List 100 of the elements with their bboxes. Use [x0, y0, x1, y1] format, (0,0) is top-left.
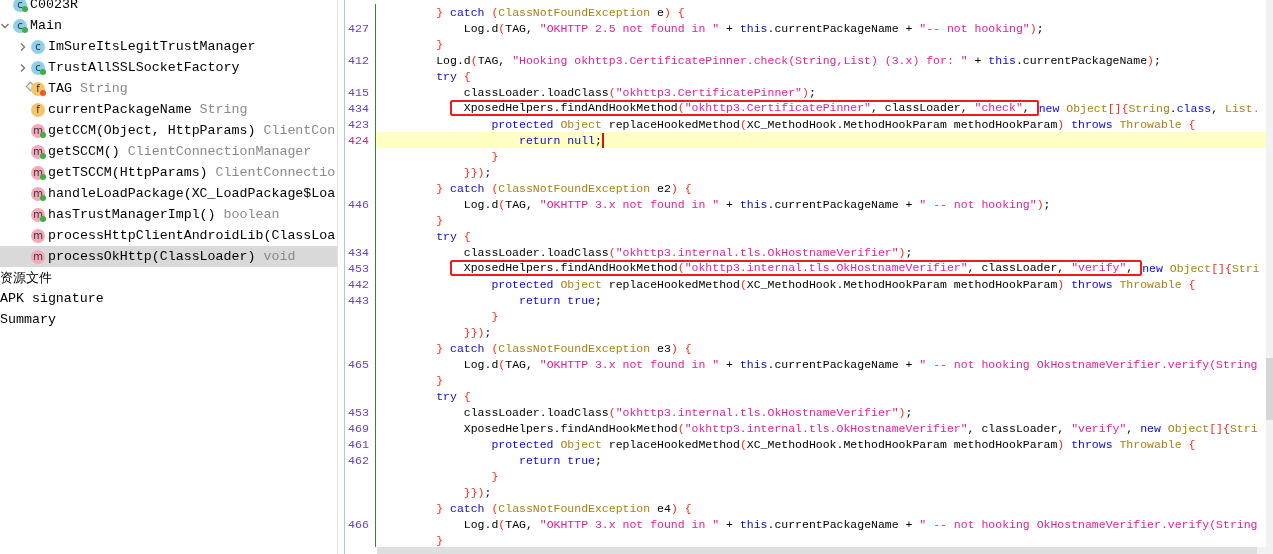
tree-item[interactable]: m hasTrustManagerImpl() boolean	[0, 204, 337, 225]
tree-item-label[interactable]: processOkHttp(ClassLoader)	[48, 249, 256, 264]
code-line: try {	[436, 68, 471, 84]
tree-item[interactable]: 资源文件	[0, 267, 337, 288]
tree-item[interactable]: c ImSureItsLegitTrustManager	[0, 36, 337, 57]
tree-item-label[interactable]: getCCM(Object, HttpParams)	[48, 123, 256, 138]
code-line: XposedHelpers.findAndHookMethod("okhttp3.internal.tls.OkHostnameVerifier", classLoader, "verify", new Object[]{Stri	[463, 420, 1258, 436]
tree-item-label[interactable]: handleLoadPackage(XC_LoadPackage$Loa	[48, 186, 336, 201]
tree-item[interactable]: APK signature	[0, 288, 337, 309]
class-icon: c	[31, 60, 45, 75]
tree-item[interactable]: Summary	[0, 309, 337, 330]
type-label: ClientConnectio	[215, 165, 336, 180]
line-number: 424	[348, 133, 369, 147]
method-icon: m	[31, 228, 45, 243]
tree-item-label[interactable]: Summary	[0, 312, 56, 327]
code-line: }});	[463, 164, 492, 180]
line-number: 434	[348, 245, 369, 259]
type-label: ClientConnectionManager	[127, 144, 312, 159]
code-line: classLoader.loadClass("okhttp3.CertificatePinner");	[463, 84, 816, 100]
code-line: }});	[463, 324, 492, 340]
type-label: boolean	[223, 207, 280, 222]
tree-item[interactable]: c TrustAllSSLSocketFactory	[0, 57, 337, 78]
tree-item[interactable]: c C0023R	[0, 0, 337, 15]
code-line: protected Object replaceHookedMethod(XC_MethodHook.MethodHookParam methodHookParam) throws Throwable {	[491, 276, 1196, 292]
tree-item-label[interactable]: getTSCCM(HttpParams)	[48, 165, 208, 180]
code-line: } catch (ClassNotFoundException e3) {	[436, 340, 692, 356]
code-line: } catch (ClassNotFoundException e4) {	[436, 500, 692, 516]
code-line: } catch (ClassNotFoundException e2) {	[436, 180, 692, 196]
line-number: 461	[348, 437, 369, 451]
code-line: return true;	[519, 292, 602, 308]
tree-item[interactable]: f TAG String	[0, 78, 337, 99]
code-line: }	[436, 36, 444, 52]
type-label: void	[263, 249, 296, 264]
code-line: Log.d(TAG, "OKHTTP 3.x not found in " + this.currentPackageName + " -- not hooking OkHostnameVerifier.verify(String	[463, 356, 1258, 372]
code-line: protected Object replaceHookedMethod(XC_MethodHook.MethodHookParam methodHookParam) throws Throwable {	[491, 436, 1196, 452]
tree-item[interactable]: m processHttpClientAndroidLib(ClassLoa	[0, 225, 337, 246]
code-line: XposedHelpers.findAndHookMethod("okhttp3.CertificatePinner", classLoader, "check", new Object[]{String.class, List.	[450, 100, 1260, 116]
method-icon: m	[31, 186, 45, 201]
tree-item-label[interactable]: 资源文件	[0, 268, 52, 287]
line-number: 453	[348, 405, 369, 419]
tree-item-label[interactable]: C0023R	[30, 0, 78, 12]
tree-item[interactable]: f currentPackageName String	[0, 99, 337, 120]
code-line: classLoader.loadClass("okhttp3.internal.tls.OkHostnameVerifier");	[463, 404, 913, 420]
tree-item[interactable]: m getTSCCM(HttpParams) ClientConnectio	[0, 162, 337, 183]
code-line: }	[436, 372, 444, 388]
code-line: }	[436, 532, 444, 547]
method-icon: m	[31, 144, 45, 159]
line-number: 412	[348, 53, 369, 67]
line-number: 434	[348, 101, 369, 115]
tree-item-label[interactable]: processHttpClientAndroidLib(ClassLoa	[48, 228, 336, 243]
line-number: 442	[348, 277, 369, 291]
tree-item-label[interactable]: currentPackageName	[48, 102, 192, 117]
type-label: String	[199, 102, 248, 117]
tree-item-label[interactable]: Main	[30, 18, 62, 33]
method-icon: m	[31, 165, 45, 180]
code-line: Log.d(TAG, "Hooking okhttp3.CertificatePinner.check(String,List) (3.x) for: " + this.currentPackageName);	[436, 52, 1161, 68]
line-number: 469	[348, 421, 369, 435]
tree-item-label[interactable]: hasTrustManagerImpl()	[48, 207, 216, 222]
code-line: }});	[463, 484, 492, 500]
tree-item-label[interactable]: TrustAllSSLSocketFactory	[48, 60, 240, 75]
field-icon: f	[31, 102, 45, 117]
class-icon: c	[31, 39, 45, 54]
field-icon: f	[31, 81, 45, 96]
code-line: }	[491, 308, 499, 324]
code-line: classLoader.loadClass("okhttp3.internal.tls.OkHostnameVerifier");	[463, 244, 913, 260]
tree-item[interactable]: c Main	[0, 15, 337, 36]
code-line: try {	[436, 388, 471, 404]
method-icon: m	[31, 123, 45, 138]
tree-item-label[interactable]: ImSureItsLegitTrustManager	[48, 39, 256, 54]
line-number: 427	[348, 21, 369, 35]
tree-item-label[interactable]: getSCCM()	[48, 144, 120, 159]
line-number: 415	[348, 85, 369, 99]
horizontal-scrollbar[interactable]	[377, 547, 1273, 554]
code-line: } catch (ClassNotFoundException e) {	[436, 4, 685, 20]
line-number: 465	[348, 357, 369, 371]
tree-item[interactable]: m getSCCM() ClientConnectionManager	[0, 141, 337, 162]
tree-item-label[interactable]: TAG	[48, 81, 72, 96]
tree-item[interactable]: m getCCM(Object, HttpParams) ClientCon	[0, 120, 337, 141]
line-number: 423	[348, 117, 369, 131]
tree-item[interactable]: m processOkHttp(ClassLoader) void	[0, 246, 337, 267]
chevron-right-icon[interactable]	[18, 62, 28, 73]
line-number: 453	[348, 261, 369, 275]
type-label: ClientCon	[263, 123, 336, 138]
text-cursor	[601, 132, 604, 148]
chevron-right-icon[interactable]	[18, 41, 28, 52]
line-number: 446	[348, 197, 369, 211]
tree-item-label[interactable]: APK signature	[0, 291, 104, 306]
code-line: XposedHelpers.findAndHookMethod("okhttp3.internal.tls.OkHostnameVerifier", classLoader, "verify", new Object[]{Stri	[450, 260, 1260, 276]
vertical-scrollbar[interactable]	[1266, 0, 1273, 547]
line-number: 443	[348, 293, 369, 307]
code-line: Log.d(TAG, "OKHTTP 3.x not found in " + this.currentPackageName + " -- not hooking");	[463, 196, 1051, 212]
code-line: }	[491, 148, 499, 164]
code-line: Log.d(TAG, "OKHTTP 3.x not found in " + this.currentPackageName + " -- not hooking OkHostnameVerifier.verify(String	[463, 516, 1258, 532]
code-line: }	[491, 468, 499, 484]
line-number: 466	[348, 517, 369, 531]
method-icon: m	[31, 207, 45, 222]
method-icon: m	[31, 249, 45, 264]
tree-item[interactable]: m handleLoadPackage(XC_LoadPackage$Loa	[0, 183, 337, 204]
code-line: return null;	[519, 132, 602, 148]
type-label: String	[79, 81, 128, 96]
